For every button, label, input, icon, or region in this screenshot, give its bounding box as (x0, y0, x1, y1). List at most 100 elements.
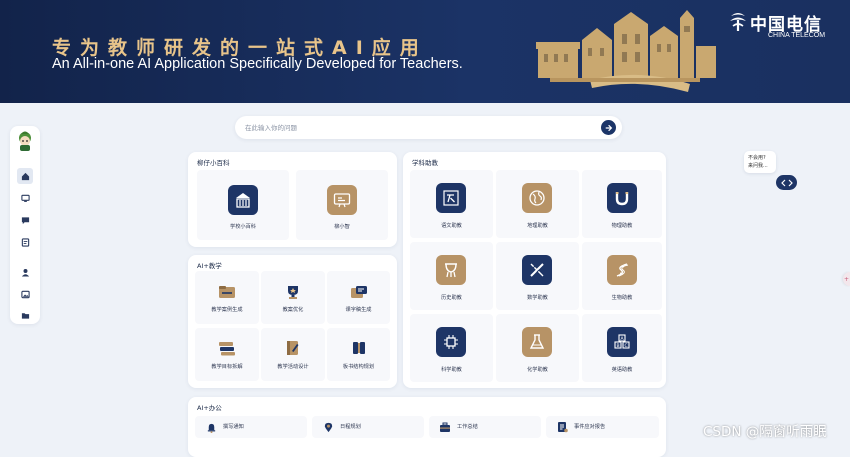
briefcase-icon (439, 421, 451, 433)
campus-skyline-illustration (536, 10, 716, 92)
monitor-icon (20, 194, 30, 202)
tile-label: 数学助教 (527, 295, 548, 301)
office-item-summary[interactable]: 工作总结 (429, 416, 541, 438)
folder-icon (21, 312, 29, 319)
left-sidebar (10, 126, 40, 324)
arrow-right-icon (605, 124, 612, 131)
assistant-float-button[interactable] (776, 175, 797, 190)
brand-name-en: CHINA TELECOM (768, 32, 826, 39)
expand-arrows-icon (780, 179, 793, 186)
tile-label: 教学活动设计 (277, 364, 309, 370)
sidebar-item-notes[interactable] (19, 236, 31, 248)
tile-label: 英语助教 (611, 367, 633, 373)
tile-label: 教案优化 (282, 307, 304, 313)
sidebar-item-messages[interactable] (19, 214, 31, 226)
tile-geography[interactable]: 地理助教 (496, 170, 579, 238)
office-item-label: 事件应对报告 (574, 424, 606, 430)
svg-text:B: B (617, 343, 620, 349)
tile-label: 历史助教 (441, 295, 462, 301)
sidebar-item-history[interactable] (19, 309, 31, 321)
tile-label: 物理助教 (611, 223, 633, 229)
tile-science[interactable]: 科学助教 (410, 314, 493, 382)
tile-label: 柳小智 (334, 224, 350, 230)
csdn-watermark: CSDN @隔窗听雨眠 (703, 424, 827, 440)
tile-lesson-optimize[interactable]: 教案优化 (261, 271, 325, 324)
header-banner: 专为教师研发的一站式AI应用 An All-in-one AI Applicat… (0, 0, 850, 103)
image-icon (20, 290, 30, 298)
sidebar-item-gallery[interactable] (19, 288, 31, 300)
goal-stack-icon (218, 340, 236, 356)
telecom-swirl-icon (730, 13, 746, 31)
submit-question-button[interactable] (601, 120, 616, 135)
script-card-icon (350, 284, 368, 300)
home-icon (21, 172, 29, 180)
ai-office-title: AI+办公 (197, 404, 222, 412)
school-building-icon (228, 185, 258, 215)
office-item-incident-report[interactable]: 事件应对报告 (546, 416, 659, 438)
globe-icon (522, 183, 552, 213)
trophy-icon (284, 284, 302, 300)
mascot-avatar[interactable] (13, 130, 37, 152)
edit-doc-icon (21, 237, 29, 247)
help-tooltip-line1: 不会用? (748, 155, 766, 161)
help-tooltip-line2: 来问我... (748, 163, 768, 169)
question-search-bar (235, 116, 622, 139)
subject-assistant-title: 学科助教 (412, 159, 438, 167)
office-item-label: 工作总结 (457, 424, 478, 430)
side-collapse-tab[interactable]: + (843, 272, 850, 286)
subject-assistant-panel: 学科助教 语文助教 地理助教 物理助教 历史助教 数学助教 生物助教 科学助教 … (403, 152, 666, 388)
tile-label: 语文助教 (441, 223, 462, 229)
tile-english[interactable]: A B C 英语助教 (582, 314, 662, 382)
tile-label: 课字稿生成 (345, 307, 372, 313)
tile-school-encyclopedia[interactable]: 学校小百科 (197, 170, 289, 240)
tile-label: 学校小百科 (230, 224, 256, 230)
tile-history[interactable]: 历史助教 (410, 242, 493, 310)
magnet-icon (607, 183, 637, 213)
ai-teaching-title: AI+教学 (197, 262, 222, 270)
tile-activity-design[interactable]: 教学活动设计 (261, 328, 325, 381)
tile-goal-breakdown[interactable]: 教学目标拆解 (195, 328, 259, 381)
encyclopedia-panel: 柳仔小百科 学校小百科 柳小智 (188, 152, 397, 247)
office-item-notice[interactable]: 撰写通知 (195, 416, 307, 438)
office-item-label: 日程规划 (340, 424, 361, 430)
tile-label: 生物助教 (611, 295, 633, 301)
chat-screen-icon (327, 185, 357, 215)
office-item-label: 撰写通知 (223, 424, 244, 430)
dna-icon (607, 255, 637, 285)
office-item-schedule[interactable]: 日程规划 (312, 416, 424, 438)
tile-label: 教学案例生成 (211, 307, 243, 313)
tile-label: 地理助教 (527, 223, 548, 229)
case-folder-icon (218, 284, 236, 300)
ai-office-panel: AI+办公 撰写通知 日程规划 工作总结 事件应对报告 (188, 397, 666, 457)
report-icon (556, 421, 568, 433)
blackboard-icon (350, 340, 368, 356)
ancient-vessel-icon (436, 255, 466, 285)
tile-physics[interactable]: 物理助教 (582, 170, 662, 238)
tile-label: 化学助教 (527, 367, 548, 373)
chip-icon (436, 327, 466, 357)
question-input[interactable] (245, 120, 585, 135)
tile-teaching-case[interactable]: 教学案例生成 (195, 271, 259, 324)
user-icon (21, 268, 29, 277)
sidebar-item-monitor[interactable] (19, 192, 31, 204)
tile-chemistry[interactable]: 化学助教 (496, 314, 579, 382)
tile-biology[interactable]: 生物助教 (582, 242, 662, 310)
tile-liu-xiaozhi[interactable]: 柳小智 (296, 170, 388, 240)
abc-blocks-icon: A B C (607, 327, 637, 357)
bell-icon (205, 421, 217, 433)
ai-teaching-panel: AI+教学 教学案例生成 教案优化 课字稿生成 教学目标拆解 教学活动设计 板书… (188, 255, 397, 388)
tile-script-generate[interactable]: 课字稿生成 (327, 271, 390, 324)
plus-icon: + (843, 275, 850, 283)
tile-label: 科学助教 (441, 367, 462, 373)
svg-text:C: C (625, 343, 628, 349)
flask-icon (522, 327, 552, 357)
map-pin-icon (322, 421, 334, 433)
tile-math[interactable]: 数学助教 (496, 242, 579, 310)
tile-label: 教学目标拆解 (211, 364, 243, 370)
tile-blackboard-plan[interactable]: 板书结构规划 (327, 328, 390, 381)
tile-chinese[interactable]: 语文助教 (410, 170, 493, 238)
encyclopedia-title: 柳仔小百科 (197, 159, 230, 167)
sidebar-item-home[interactable] (17, 168, 33, 184)
tile-label: 板书结构规划 (342, 364, 375, 370)
sidebar-item-profile[interactable] (19, 266, 31, 278)
